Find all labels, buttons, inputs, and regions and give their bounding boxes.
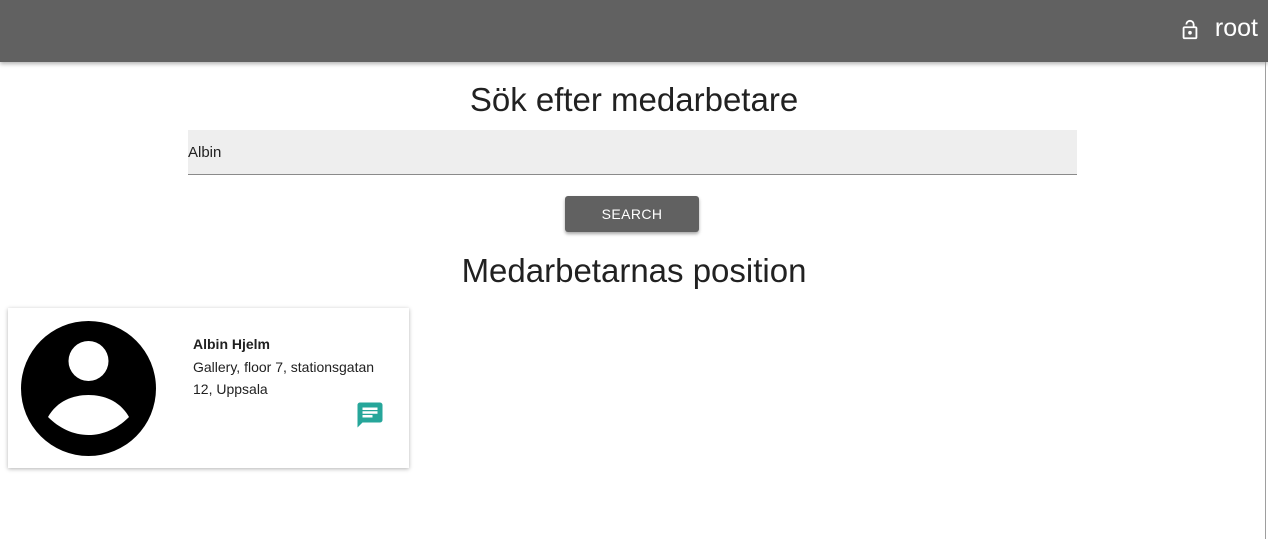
results-title: Medarbetarnas position bbox=[461, 252, 807, 289]
search-input[interactable] bbox=[188, 130, 1077, 175]
employee-card: Albin Hjelm Gallery, floor 7, stationsga… bbox=[8, 308, 409, 468]
scrollbar-edge bbox=[1265, 62, 1266, 539]
search-title: Sök efter medarbetare bbox=[469, 81, 799, 118]
lock-icon[interactable] bbox=[1179, 19, 1201, 41]
employee-name: Albin Hjelm bbox=[193, 336, 271, 352]
username[interactable]: root bbox=[1215, 15, 1258, 41]
account-circle-icon bbox=[21, 321, 156, 456]
user-menu[interactable]: root bbox=[1179, 0, 1258, 56]
employee-location: Gallery, floor 7, stationsgatan 12, Upps… bbox=[193, 359, 375, 397]
search-button[interactable]: SEARCH bbox=[565, 196, 699, 232]
app-header: root bbox=[0, 0, 1268, 62]
message-icon[interactable] bbox=[355, 400, 385, 430]
